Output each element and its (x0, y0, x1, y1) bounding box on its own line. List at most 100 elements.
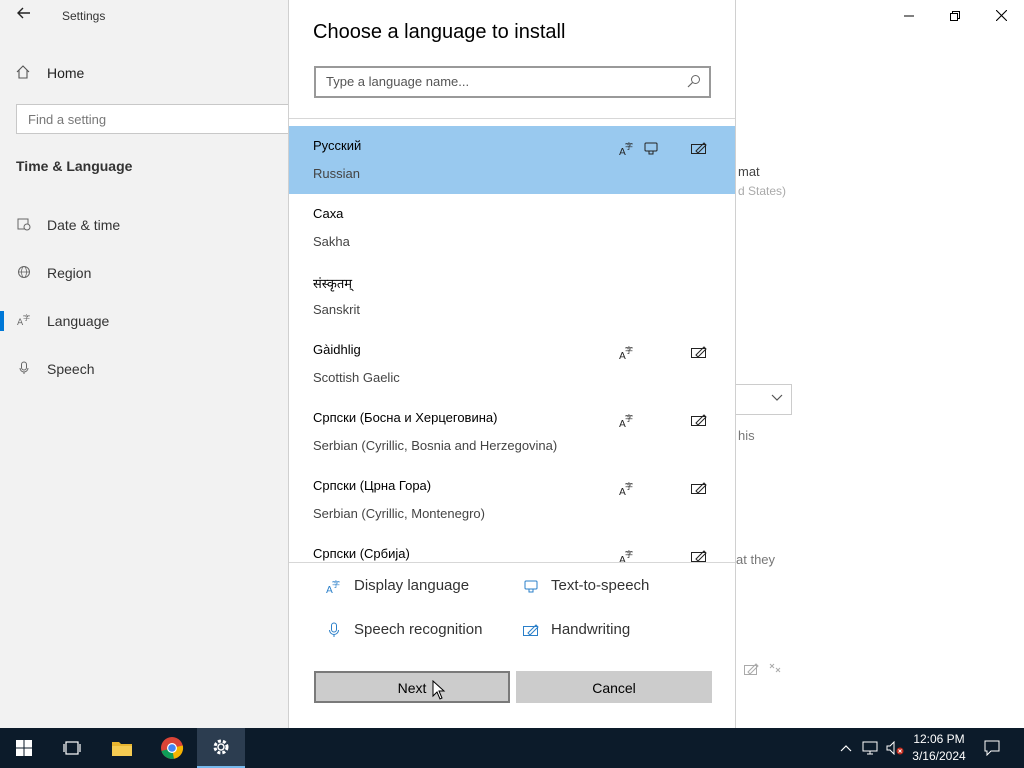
sidebar-item-date-time[interactable]: Date & time (0, 210, 289, 240)
restore-icon (950, 11, 960, 21)
show-hidden-icons-button[interactable] (837, 728, 855, 768)
choose-language-dialog: Choose a language to install Type a lang… (288, 0, 736, 728)
bg-format-sub: d States) (738, 184, 787, 198)
language-native-name: Српски (Србија) (313, 546, 410, 561)
find-setting-input[interactable]: Find a setting (16, 104, 306, 134)
svg-text:字: 字 (625, 345, 633, 355)
volume-muted-icon (886, 741, 904, 755)
home-link[interactable]: Home (16, 62, 84, 84)
sidebar-item-label: Speech (47, 361, 95, 377)
language-list-item[interactable]: Gàidhlig Scottish Gaelic A字 (289, 330, 735, 398)
chevron-down-icon (771, 391, 783, 405)
language-list-item[interactable]: Српски (Србија) A字 (289, 534, 735, 562)
microphone-icon (329, 622, 339, 637)
language-search-input[interactable]: Type a language name... (314, 66, 711, 98)
language-native-name: संस्कृतम् (313, 276, 353, 291)
clock-date: 3/16/2024 (912, 749, 966, 763)
home-icon (16, 64, 34, 82)
language-list-item[interactable]: Саха Sakha (289, 194, 735, 262)
home-label: Home (47, 65, 85, 81)
close-button[interactable] (978, 4, 1024, 28)
cancel-button[interactable]: Cancel (516, 671, 712, 703)
legend-speech-recognition: Speech recognition (326, 621, 482, 638)
calendar-clock-icon (17, 217, 33, 234)
language-english-name: Sakha (313, 234, 350, 249)
task-view-icon (63, 741, 81, 755)
bg-this-text: his (738, 428, 755, 443)
next-button[interactable]: Next (314, 671, 510, 703)
language-english-name: Scottish Gaelic (313, 370, 400, 385)
network-tray-button[interactable] (860, 728, 880, 768)
file-explorer-button[interactable] (98, 728, 146, 768)
selection-indicator (0, 311, 4, 331)
volume-tray-button[interactable] (884, 728, 906, 768)
sidebar-item-language[interactable]: A字 Language (0, 306, 289, 336)
taskbar-clock[interactable]: 12:06 PM 3/16/2024 (906, 731, 972, 765)
handwriting-icon (691, 142, 707, 154)
language-english-name: Russian (313, 166, 360, 181)
legend-label: Display language (354, 577, 470, 594)
text-to-speech-icon (644, 142, 658, 155)
taskbar: 12:06 PM 3/16/2024 (0, 728, 1024, 768)
mouse-cursor-icon (432, 680, 446, 700)
handwriting-icon (691, 346, 707, 358)
section-title: Time & Language (16, 158, 133, 174)
handwriting-icon (691, 414, 707, 426)
display-language-icon: A字 (619, 481, 633, 496)
svg-text:字: 字 (625, 141, 633, 151)
language-english-name: Serbian (Cyrillic, Bosnia and Herzegovin… (313, 438, 558, 453)
microphone-icon (17, 361, 33, 378)
svg-text:字: 字 (23, 313, 30, 322)
display-language-icon: A字 (619, 345, 633, 360)
sidebar-item-speech[interactable]: Speech (0, 354, 289, 384)
back-arrow-icon (17, 7, 30, 19)
display-language-icon: A字 (326, 579, 340, 594)
language-list-item[interactable]: Русский Russian A字 (289, 126, 735, 194)
search-placeholder: Type a language name... (326, 74, 470, 89)
divider (289, 562, 735, 563)
text-to-speech-icon (524, 580, 538, 592)
legend-display-language: A字 Display language (326, 577, 469, 594)
divider (289, 118, 735, 119)
handwriting-icon (691, 550, 707, 562)
chrome-button[interactable] (148, 728, 196, 768)
bg-dropdown[interactable] (735, 384, 792, 415)
clock-time: 12:06 PM (913, 732, 965, 746)
language-list-item[interactable]: Српски (Црна Гора) Serbian (Cyrillic, Mo… (289, 466, 735, 534)
back-button[interactable] (12, 6, 36, 26)
dialog-title: Choose a language to install (313, 21, 566, 43)
language-english-name: Serbian (Cyrillic, Montenegro) (313, 506, 485, 521)
close-icon (995, 9, 1007, 22)
chevron-up-icon (840, 745, 852, 752)
bg-they-text: at they (736, 552, 776, 567)
svg-text:字: 字 (625, 549, 633, 559)
legend-label: Text-to-speech (551, 577, 650, 594)
settings-button[interactable] (197, 728, 245, 768)
language-native-name: Русский (313, 138, 362, 153)
legend-label: Handwriting (551, 621, 631, 638)
action-center-button[interactable] (978, 728, 1006, 768)
minimize-button[interactable] (886, 4, 932, 28)
handwriting-icon (691, 482, 707, 494)
start-icon (16, 740, 32, 756)
language-list[interactable]: Русский Russian A字 Саха Sakha संस्कृतम् … (289, 126, 735, 562)
chrome-icon (161, 737, 184, 759)
display-language-icon: A字 (619, 549, 633, 562)
start-button[interactable] (0, 728, 48, 768)
sidebar-item-region[interactable]: Region (0, 258, 289, 288)
language-native-name: Gàidhlig (313, 342, 361, 357)
svg-text:字: 字 (625, 413, 633, 423)
svg-text:字: 字 (332, 579, 340, 589)
title-bar: Settings (0, 0, 289, 32)
task-view-button[interactable] (48, 728, 96, 768)
language-native-name: Српски (Босна и Херцеговина) (313, 410, 498, 425)
language-icon: A字 (17, 313, 33, 330)
restore-button[interactable] (932, 4, 978, 28)
language-native-name: Српски (Црна Гора) (313, 478, 432, 493)
language-list-item[interactable]: संस्कृतम् Sanskrit (289, 262, 735, 330)
handwriting-icon (523, 623, 539, 636)
language-english-name: Sanskrit (313, 302, 360, 317)
language-list-item[interactable]: Српски (Босна и Херцеговина) Serbian (Cy… (289, 398, 735, 466)
app-title: Settings (62, 9, 106, 23)
bg-speech-icon (768, 662, 782, 681)
